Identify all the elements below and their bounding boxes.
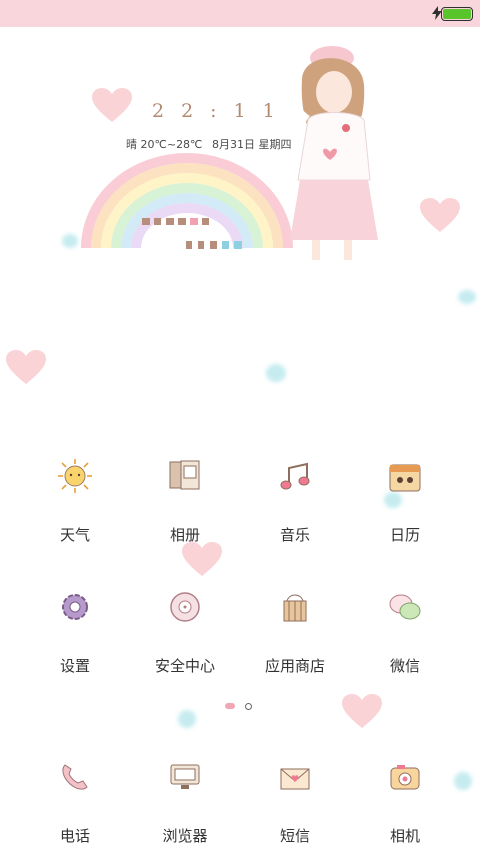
app-calendar[interactable]: 日历 (350, 458, 460, 558)
girl-illustration (283, 46, 383, 260)
status-bar (0, 0, 480, 27)
app-label: 相册 (169, 526, 200, 544)
heart-decoration-icon (6, 350, 46, 384)
app-label: 浏览器 (162, 827, 208, 845)
page-dot-active[interactable] (225, 703, 235, 709)
app-music[interactable]: 音乐 (240, 458, 350, 558)
app-label: 设置 (59, 657, 90, 675)
app-label: 电话 (59, 827, 90, 845)
app-gallery[interactable]: 相册 (130, 458, 240, 558)
battery-icon (441, 7, 473, 21)
blob-decoration (458, 290, 476, 304)
app-weather[interactable]: 天气 (20, 458, 130, 558)
app-label: 微信 (389, 657, 420, 675)
app-store[interactable]: 应用商店 (240, 589, 350, 689)
monitor-icon (170, 764, 200, 789)
wechat-bubbles-icon (389, 594, 421, 620)
envelope-icon (280, 768, 310, 790)
app-security[interactable]: 安全中心 (130, 589, 240, 689)
gear-icon (62, 594, 88, 620)
music-note-icon (280, 462, 310, 490)
app-camera[interactable]: 相机 (350, 759, 460, 859)
calendar-icon (389, 464, 421, 492)
page-indicator (0, 702, 480, 712)
app-settings[interactable]: 设置 (20, 589, 130, 689)
clock-time[interactable]: 22:11 (152, 100, 292, 122)
heart-decoration-icon (342, 694, 382, 728)
app-label: 天气 (59, 526, 90, 544)
blob-decoration (266, 364, 286, 382)
app-label: 日历 (389, 526, 420, 544)
phone-icon (62, 764, 88, 790)
shield-disc-icon (170, 592, 200, 622)
app-wechat[interactable]: 微信 (350, 589, 460, 689)
app-phone[interactable]: 电话 (20, 759, 130, 859)
app-browser[interactable]: 浏览器 (130, 759, 240, 859)
store-basket-icon (283, 594, 307, 622)
heart-decoration-icon (420, 198, 460, 232)
blob-decoration (178, 710, 196, 728)
app-label: 短信 (279, 827, 310, 845)
photo-album-icon (169, 460, 200, 490)
blob-decoration (62, 234, 78, 248)
camera-icon (390, 765, 420, 790)
app-label: 音乐 (279, 526, 310, 544)
app-label: 相机 (389, 827, 420, 845)
sun-icon (58, 459, 92, 493)
app-label: 安全中心 (154, 657, 215, 675)
heart-decoration-icon (92, 88, 132, 122)
app-messages[interactable]: 短信 (240, 759, 350, 859)
page-dot[interactable] (245, 703, 252, 710)
app-label: 应用商店 (264, 657, 325, 675)
rainbow-illustration (81, 153, 293, 249)
